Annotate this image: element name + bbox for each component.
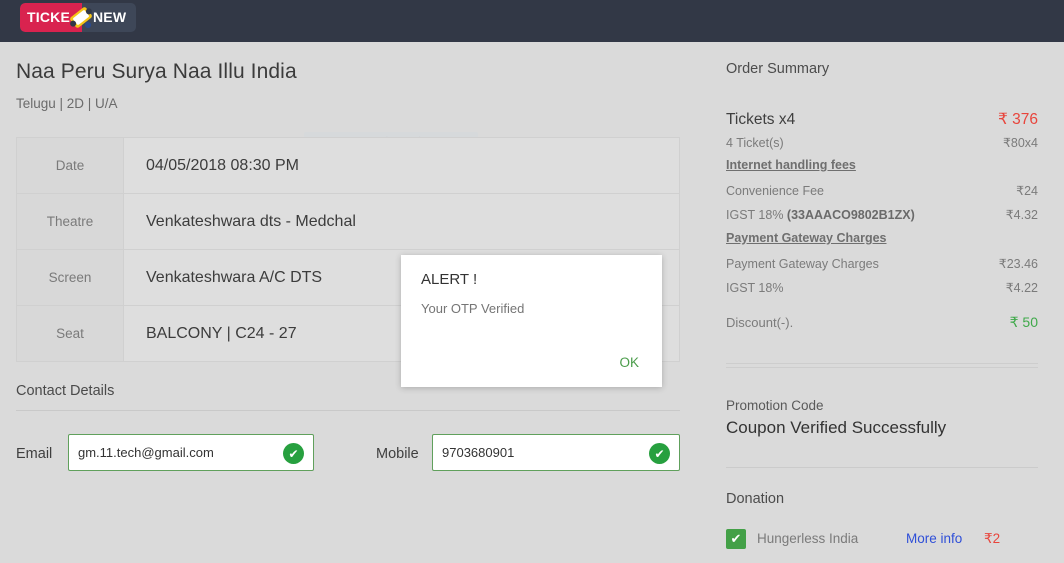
donation-divider	[726, 467, 1038, 468]
site-logo[interactable]: TICKE NEW	[20, 3, 136, 32]
movie-meta: Telugu | 2D | U/A	[16, 96, 118, 111]
summary-divider-double	[726, 363, 1038, 368]
mobile-value: 9703680901	[442, 445, 514, 460]
alert-dialog: ALERT ! Your OTP Verified OK	[401, 255, 662, 387]
contact-divider	[16, 410, 680, 411]
logo-text-new: NEW	[93, 9, 126, 25]
igst-convenience-label: IGST 18% (33AAACO9802B1ZX)	[726, 208, 915, 222]
summary-row-convenience-fee: Convenience Fee ₹24	[726, 183, 1038, 198]
summary-section-internet-fees: Internet handling fees	[726, 158, 1038, 172]
top-header-bar: TICKE NEW	[0, 0, 1064, 42]
igst-convenience-prefix: IGST 18%	[726, 208, 787, 222]
summary-section-gateway: Payment Gateway Charges	[726, 231, 1038, 245]
detail-label-theatre: Theatre	[17, 194, 124, 249]
ticket-icon	[67, 4, 95, 31]
email-field[interactable]: gm.11.tech@gmail.com ✔	[68, 434, 314, 471]
summary-row-tickets: Tickets x4 ₹ 376	[726, 110, 1038, 129]
igst-convenience-amount: ₹4.32	[1006, 207, 1038, 222]
ticket-unit-price: ₹80x4	[1003, 135, 1038, 150]
internet-handling-fees-heading: Internet handling fees	[726, 158, 856, 172]
mobile-field[interactable]: 9703680901 ✔	[432, 434, 680, 471]
igst-gst-number: (33AAACO9802B1ZX)	[787, 208, 915, 222]
summary-row-igst-convenience: IGST 18% (33AAACO9802B1ZX) ₹4.32	[726, 207, 1038, 222]
table-row: Theatre Venkateshwara dts - Medchal	[17, 194, 679, 250]
promotion-status-message: Coupon Verified Successfully	[726, 418, 946, 438]
detail-label-seat: Seat	[17, 306, 124, 361]
table-row: Date 04/05/2018 08:30 PM	[17, 138, 679, 194]
contact-details-heading: Contact Details	[16, 383, 114, 399]
payment-gateway-charges-heading: Payment Gateway Charges	[726, 231, 887, 245]
detail-label-screen: Screen	[17, 250, 124, 305]
ticket-count-label: 4 Ticket(s)	[726, 136, 784, 150]
order-summary-title: Order Summary	[726, 61, 829, 77]
discount-label: Discount(-).	[726, 315, 793, 330]
detail-value-theatre: Venkateshwara dts - Medchal	[124, 194, 679, 249]
alert-ok-button[interactable]: OK	[613, 351, 645, 374]
promotion-code-label: Promotion Code	[726, 398, 824, 413]
mobile-label: Mobile	[376, 446, 419, 462]
mobile-verified-icon: ✔	[649, 443, 670, 464]
detail-value-date: 04/05/2018 08:30 PM	[124, 138, 679, 193]
donation-more-info-link[interactable]: More info	[906, 531, 962, 546]
email-verified-icon: ✔	[283, 443, 304, 464]
page-title: Naa Peru Surya Naa Illu India	[16, 60, 297, 84]
tickets-amount: ₹ 376	[998, 110, 1038, 129]
logo-text-ticket: TICKE	[27, 9, 70, 25]
gateway-charges-amount: ₹23.46	[999, 256, 1038, 271]
tickets-label: Tickets x4	[726, 111, 795, 129]
discount-amount: ₹ 50	[1010, 314, 1038, 331]
convenience-fee-amount: ₹24	[1016, 183, 1038, 198]
alert-title: ALERT !	[421, 271, 477, 288]
gateway-charges-label: Payment Gateway Charges	[726, 257, 879, 271]
email-label: Email	[16, 446, 52, 462]
donation-heading: Donation	[726, 491, 784, 507]
alert-message: Your OTP Verified	[421, 301, 524, 316]
convenience-fee-label: Convenience Fee	[726, 184, 824, 198]
order-summary-panel: Order Summary Tickets x4 ₹ 376 4 Ticket(…	[700, 42, 1064, 563]
summary-row-gateway-charges: Payment Gateway Charges ₹23.46	[726, 256, 1038, 271]
donation-checkbox[interactable]: ✔	[726, 529, 746, 549]
summary-row-discount: Discount(-). ₹ 50	[726, 314, 1038, 331]
igst-gateway-label: IGST 18%	[726, 281, 783, 295]
summary-row-ticket-count: 4 Ticket(s) ₹80x4	[726, 135, 1038, 150]
donation-charity-name: Hungerless India	[757, 531, 858, 546]
email-value: gm.11.tech@gmail.com	[78, 445, 214, 460]
donation-amount: ₹2	[984, 531, 1000, 547]
summary-row-igst-gateway: IGST 18% ₹4.22	[726, 280, 1038, 295]
detail-label-date: Date	[17, 138, 124, 193]
igst-gateway-amount: ₹4.22	[1006, 280, 1038, 295]
donation-row: ✔ Hungerless India More info ₹2	[726, 529, 1038, 551]
